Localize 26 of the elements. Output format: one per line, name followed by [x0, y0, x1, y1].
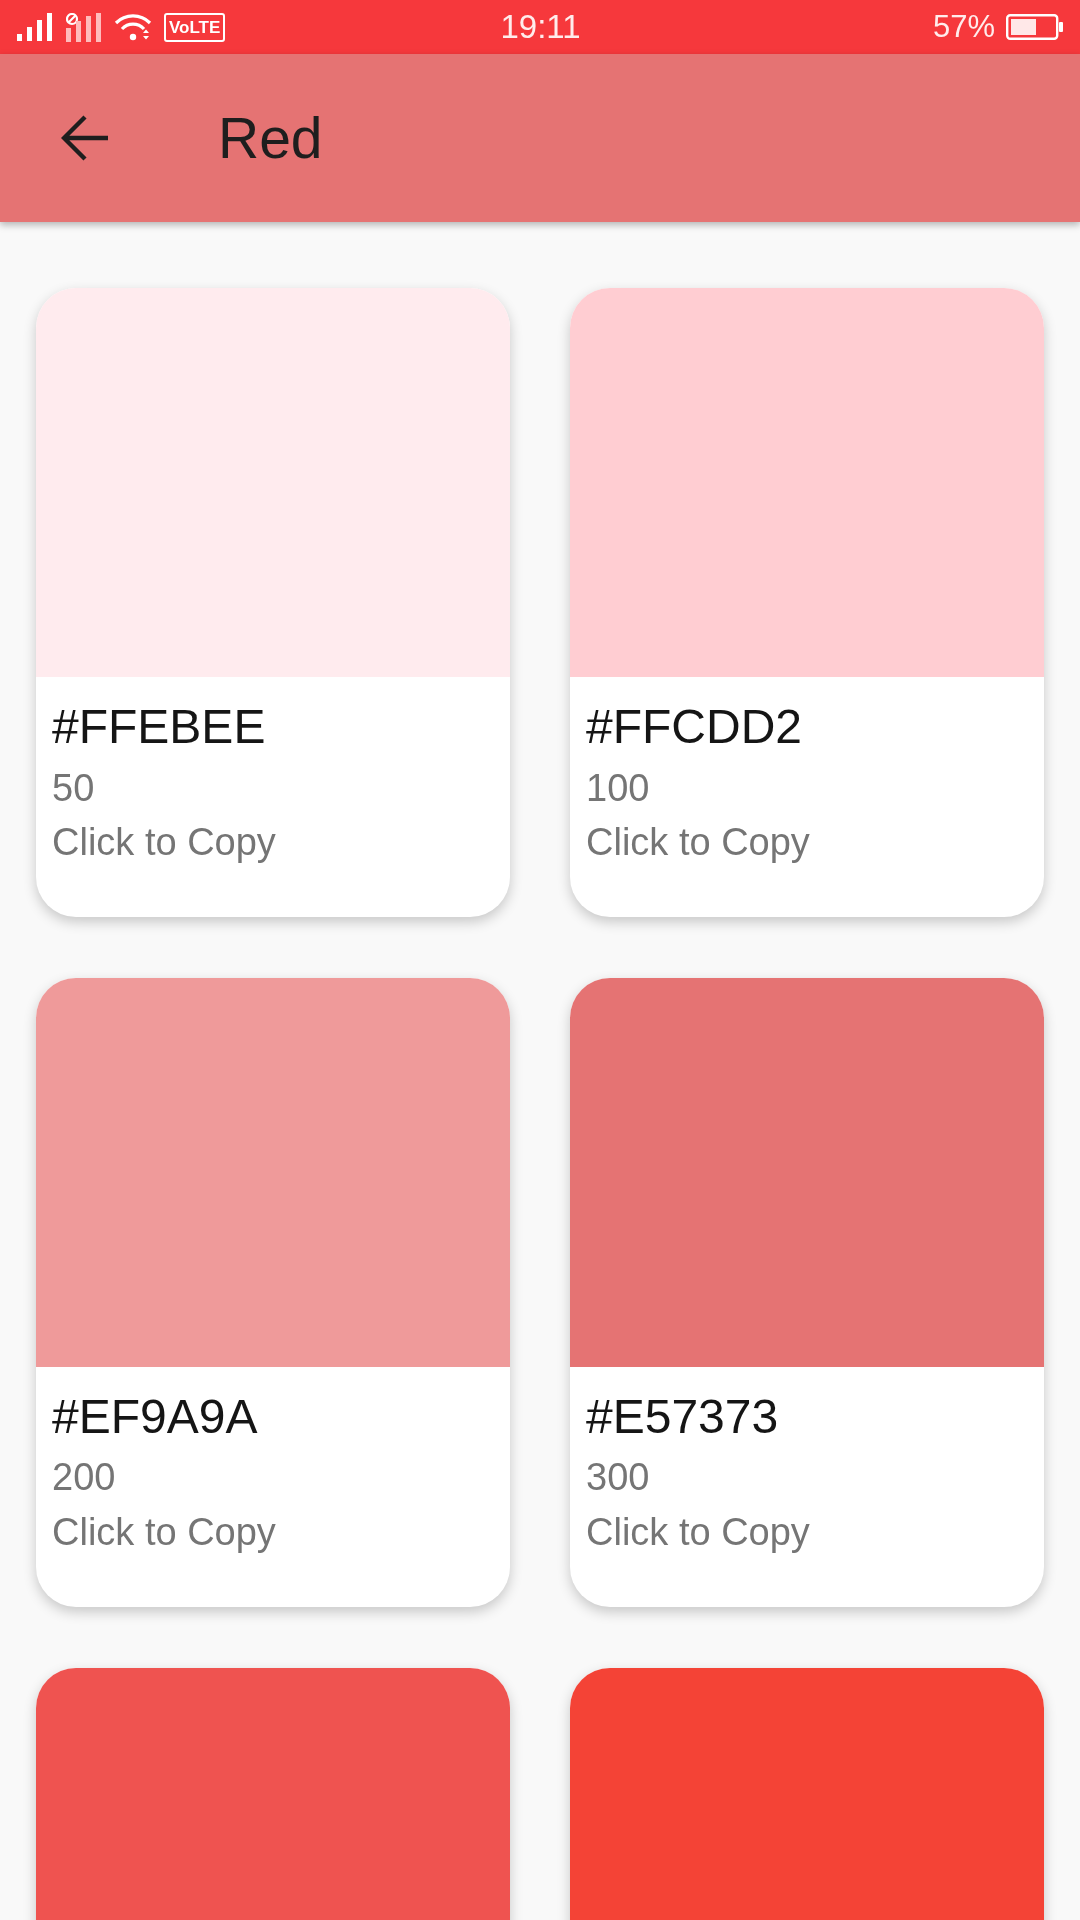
- shade-label: 300: [586, 1455, 651, 1501]
- hex-code: #FFCDD2: [586, 699, 804, 755]
- copy-hint: Click to Copy: [586, 1509, 811, 1555]
- shade-label: 200: [52, 1455, 117, 1501]
- volte-indicator: VoLTE: [164, 12, 226, 42]
- copy-hint: Click to Copy: [586, 820, 811, 866]
- page-title: Red: [218, 105, 323, 172]
- hex-code: #E57373: [586, 1388, 780, 1445]
- back-button[interactable]: [61, 115, 108, 161]
- status-time: 19:11: [500, 7, 581, 47]
- signal-blocked-icon: [66, 12, 102, 42]
- shade-label: 50: [52, 765, 96, 811]
- wifi-icon: [114, 13, 152, 41]
- battery-icon: [1006, 14, 1064, 40]
- signal-icon: [17, 13, 54, 41]
- shade-label: 100: [586, 765, 651, 811]
- copy-hint: Click to Copy: [52, 1509, 277, 1555]
- hex-code: #EF9A9A: [52, 1388, 259, 1445]
- color-card[interactable]: #FFEBEE 50 Click to Copy: [36, 288, 510, 917]
- color-card[interactable]: #FFCDD2 100 Click to Copy: [570, 288, 1044, 917]
- hex-code: #FFEBEE: [52, 699, 267, 755]
- battery-percent: 57%: [932, 8, 995, 46]
- color-card[interactable]: #EF9A9A 200 Click to Copy: [36, 977, 510, 1607]
- copy-hint: Click to Copy: [52, 820, 277, 866]
- color-card[interactable]: #E57373 300 Click to Copy: [570, 977, 1044, 1607]
- back-arrow-icon: [61, 115, 108, 161]
